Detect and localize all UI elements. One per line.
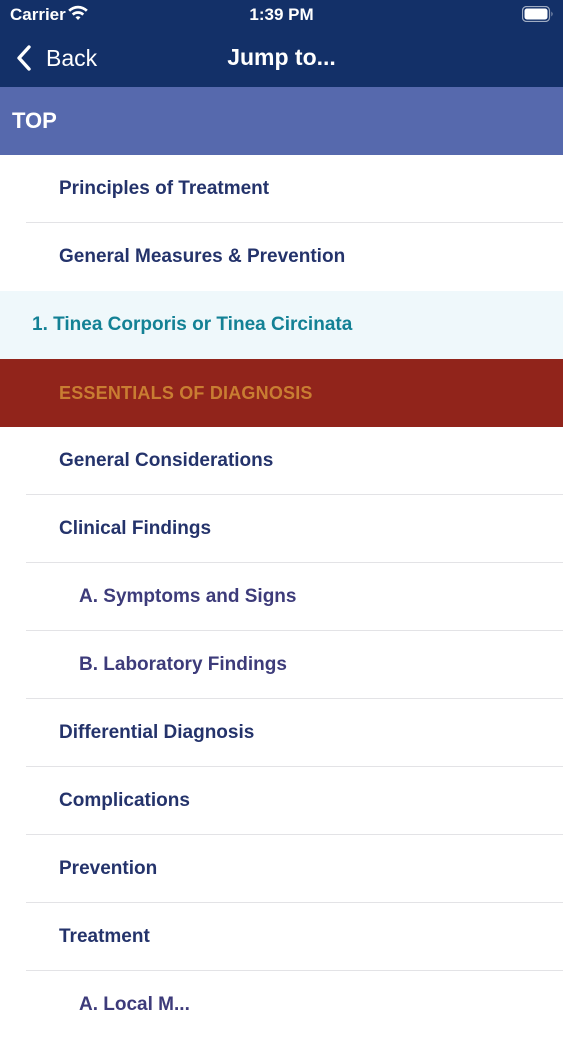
list-item[interactable]: General Considerations xyxy=(0,427,563,495)
nav-bar: Back Jump to... xyxy=(0,32,563,88)
list-item[interactable]: A. Local M... xyxy=(0,971,563,1039)
list-item[interactable]: B. Laboratory Findings xyxy=(0,631,563,699)
list-item-label: Prevention xyxy=(59,858,158,879)
list-item-label: Treatment xyxy=(59,926,150,947)
list-item-label: General Measures & Prevention xyxy=(59,246,346,267)
list-item-label: General Considerations xyxy=(59,450,274,471)
list-item-essentials[interactable]: ESSENTIALS OF DIAGNOSIS xyxy=(0,359,563,427)
list-item[interactable]: Differential Diagnosis xyxy=(0,699,563,767)
list-item-label: A. Symptoms and Signs xyxy=(79,586,297,607)
status-time: 1:39 PM xyxy=(249,5,314,24)
header: Carrier 1:39 PM Back Jump to... xyxy=(0,0,563,88)
status-bar: Carrier 1:39 PM xyxy=(0,0,563,30)
list-item-label: Principles of Treatment xyxy=(59,178,270,199)
list-item-current-section[interactable]: 1. Tinea Corporis or Tinea Circinata xyxy=(0,291,563,359)
list-item[interactable]: Clinical Findings xyxy=(0,495,563,563)
list-item-label: TOP xyxy=(12,108,57,133)
list-item-label: Differential Diagnosis xyxy=(59,722,255,743)
list-item[interactable]: General Measures & Prevention xyxy=(0,223,563,291)
list-item-label: Clinical Findings xyxy=(59,518,212,539)
list-item[interactable]: A. Symptoms and Signs xyxy=(0,563,563,631)
jump-list: TOP Principles of Treatment General Meas… xyxy=(0,87,563,1039)
list-item-label: A. Local M... xyxy=(79,994,190,1015)
list-item-label: B. Laboratory Findings xyxy=(79,654,287,675)
list-item-top[interactable]: TOP xyxy=(0,87,563,155)
battery-icon xyxy=(522,6,553,22)
list-item[interactable]: Principles of Treatment xyxy=(0,155,563,223)
list-item-label: ESSENTIALS OF DIAGNOSIS xyxy=(59,382,313,403)
list-item[interactable]: Prevention xyxy=(0,835,563,903)
list-item[interactable]: Treatment xyxy=(0,903,563,971)
list-item[interactable]: Complications xyxy=(0,767,563,835)
list-item-label: Complications xyxy=(59,790,190,811)
list-item-label: 1. Tinea Corporis or Tinea Circinata xyxy=(32,314,353,335)
page-title: Jump to... xyxy=(227,44,336,70)
